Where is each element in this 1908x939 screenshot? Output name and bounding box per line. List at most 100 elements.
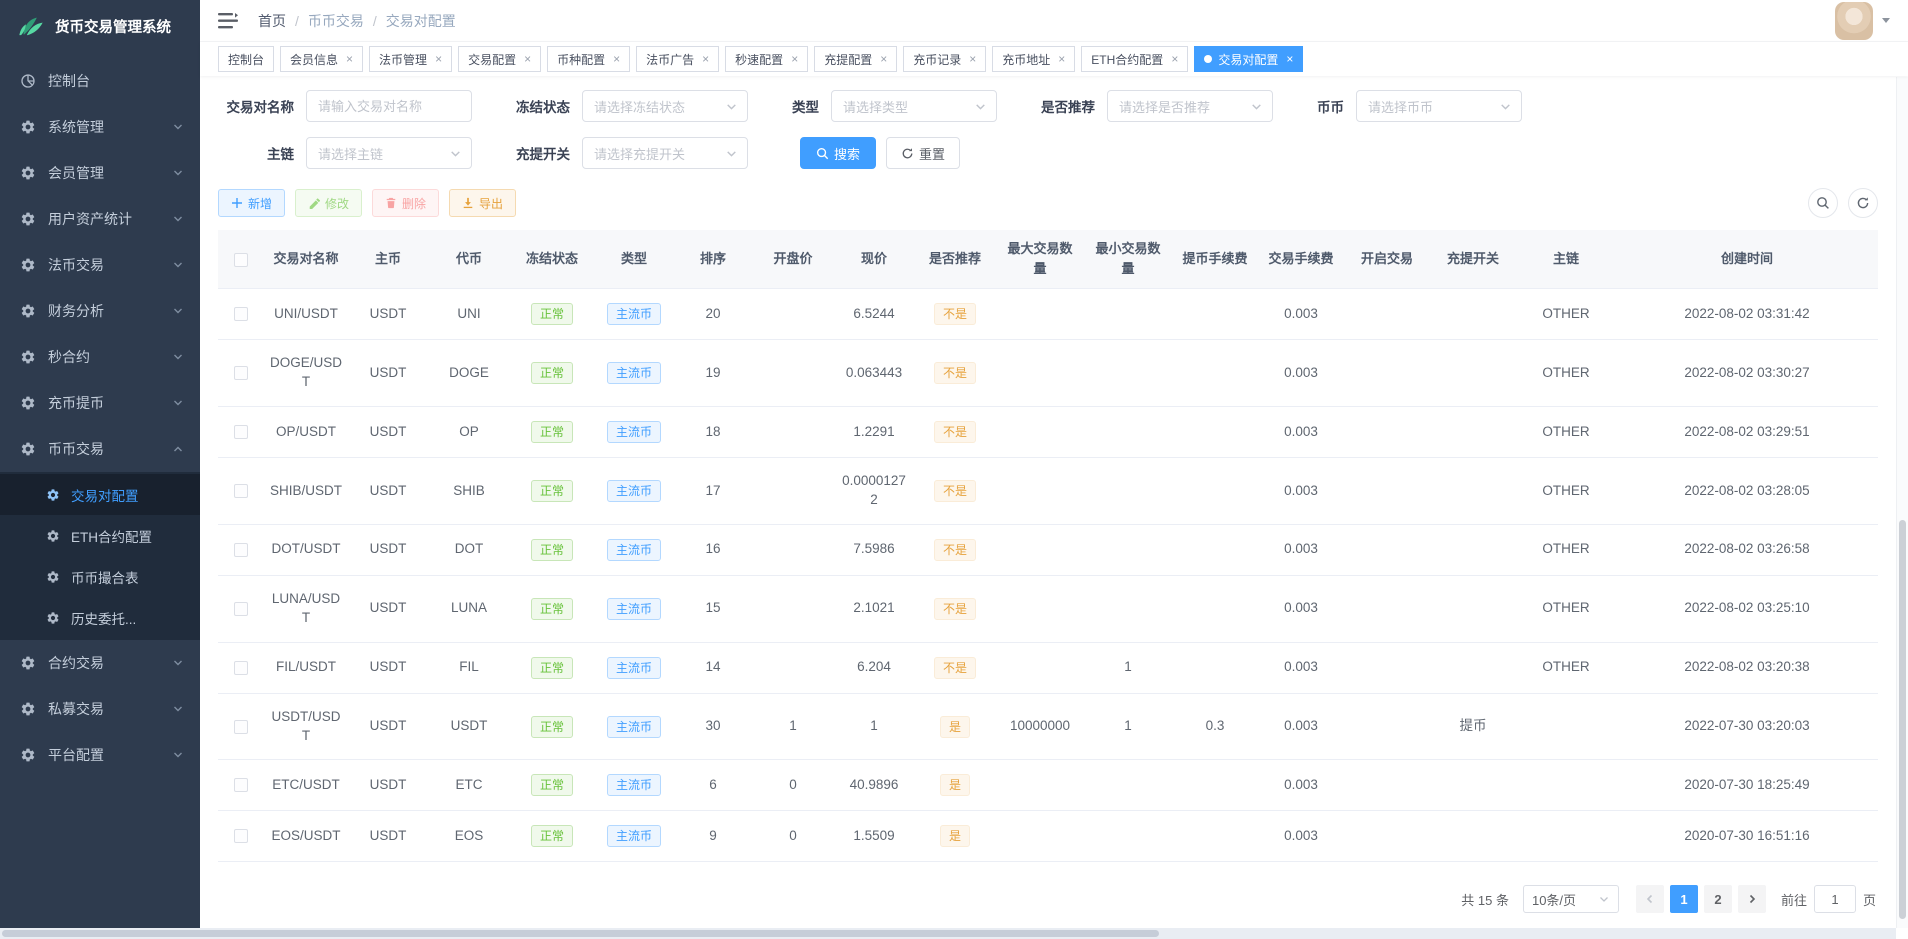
cell-withdraw_fee: [1172, 642, 1258, 693]
switch-select[interactable]: 请选择充提开关: [582, 137, 748, 169]
close-icon[interactable]: ×: [880, 53, 887, 65]
row-checkbox[interactable]: [234, 425, 248, 439]
search-button[interactable]: 搜索: [800, 137, 876, 169]
table-row: LUNA/USDTUSDTLUNA正常主流币152.1021不是0.003OTH…: [218, 575, 1878, 642]
tab-10[interactable]: ETH合约配置×: [1081, 46, 1188, 72]
table-refresh-button[interactable]: [1848, 188, 1878, 218]
tab-8[interactable]: 充币记录×: [903, 46, 986, 72]
close-icon[interactable]: ×: [524, 53, 531, 65]
cell-sort: 18: [674, 407, 752, 458]
column-header-type: 类型: [594, 230, 674, 289]
filter-field-type: 类型 请选择类型: [792, 90, 997, 122]
close-icon[interactable]: ×: [791, 53, 798, 65]
vertical-scrollbar-thumb[interactable]: [1899, 520, 1906, 920]
cell-base: USDT: [348, 524, 428, 575]
tab-4[interactable]: 币种配置 ×: [547, 46, 630, 72]
sidebar-subitem-eth-contract-config[interactable]: ETH合约配置: [0, 515, 200, 556]
goto-page-input[interactable]: [1814, 885, 1856, 913]
user-menu[interactable]: [1835, 2, 1890, 40]
reset-button[interactable]: 重置: [886, 137, 960, 169]
cell-chain: OTHER: [1516, 407, 1616, 458]
freeze-status-select[interactable]: 请选择冻结状态: [582, 90, 748, 122]
sidebar-item-member[interactable]: 会员管理: [0, 150, 200, 196]
gear-icon: [20, 211, 36, 227]
row-checkbox[interactable]: [234, 602, 248, 616]
sidebar-item-coin-trade[interactable]: 币币交易: [0, 426, 200, 472]
freeze-badge: 正常: [531, 480, 573, 502]
sidebar-item-fiat-trade[interactable]: 法币交易: [0, 242, 200, 288]
filter-row-2: 主链 请选择主链 充提开关 请选择充提开关: [218, 137, 1878, 169]
export-button[interactable]: 导出: [449, 189, 516, 217]
tab-11[interactable]: 交易对配置×: [1194, 46, 1303, 72]
chain-select[interactable]: 请选择主链: [306, 137, 472, 169]
row-checkbox[interactable]: [234, 661, 248, 675]
sidebar-subitem-coin-match-table[interactable]: 币币撮合表: [0, 556, 200, 597]
cell-type: 主流币: [594, 524, 674, 575]
tab-9[interactable]: 充币地址×: [992, 46, 1075, 72]
row-checkbox[interactable]: [234, 307, 248, 321]
next-page-button[interactable]: [1738, 885, 1766, 913]
horizontal-scrollbar-thumb[interactable]: [2, 930, 1159, 937]
sidebar-item-system[interactable]: 系统管理: [0, 104, 200, 150]
tab-3[interactable]: 交易配置×: [458, 46, 541, 72]
close-icon[interactable]: ×: [1171, 53, 1178, 65]
breadcrumb-home[interactable]: 首页: [258, 11, 308, 31]
sidebar-item-deposit-withdraw[interactable]: 充币提币: [0, 380, 200, 426]
sidebar-item-contract-trade[interactable]: 合约交易: [0, 640, 200, 686]
pair-name-input[interactable]: [306, 90, 472, 122]
tab-1[interactable]: 会员信息×: [280, 46, 363, 72]
sidebar-subitem-pair-config[interactable]: 交易对配置: [0, 474, 200, 515]
sidebar-item-user-assets[interactable]: 用户资产统计: [0, 196, 200, 242]
type-badge: 主流币: [607, 480, 661, 502]
page-button-2[interactable]: 2: [1704, 885, 1732, 913]
filter-field-freeze-status: 冻结状态 请选择冻结状态: [516, 90, 748, 122]
sidebar-item-dashboard[interactable]: 控制台: [0, 58, 200, 104]
row-checkbox[interactable]: [234, 543, 248, 557]
tab-2[interactable]: 法币管理×: [369, 46, 452, 72]
prev-page-button[interactable]: [1636, 885, 1664, 913]
tab-6[interactable]: 秒速配置×: [725, 46, 808, 72]
tab-0[interactable]: 控制台: [218, 46, 274, 72]
vertical-scrollbar[interactable]: [1896, 77, 1908, 928]
sidebar-item-finance[interactable]: 财务分析: [0, 288, 200, 334]
coin-select[interactable]: 请选择币币: [1356, 90, 1522, 122]
close-icon[interactable]: ×: [613, 53, 620, 65]
tab-7[interactable]: 充提配置×: [814, 46, 897, 72]
app-root: 货币交易管理系统 控制台系统管理会员管理用户资产统计法币交易财务分析秒合约充币提…: [0, 0, 1908, 939]
close-icon[interactable]: ×: [969, 53, 976, 65]
sidebar-item-platform-config[interactable]: 平台配置: [0, 732, 200, 778]
page-button-1[interactable]: 1: [1670, 885, 1698, 913]
close-icon[interactable]: ×: [702, 53, 709, 65]
page-size-select[interactable]: 10条/页: [1523, 885, 1619, 913]
recommend-select[interactable]: 请选择是否推荐: [1107, 90, 1273, 122]
row-checkbox[interactable]: [234, 366, 248, 380]
select-all-checkbox[interactable]: [234, 253, 248, 267]
type-select[interactable]: 请选择类型: [831, 90, 997, 122]
chevron-down-icon: [172, 305, 184, 317]
tab-5[interactable]: 法币广告×: [636, 46, 719, 72]
row-checkbox[interactable]: [234, 829, 248, 843]
avatar[interactable]: [1835, 2, 1873, 40]
horizontal-scrollbar[interactable]: [0, 928, 1896, 939]
row-checkbox[interactable]: [234, 720, 248, 734]
sidebar-item-second-contract[interactable]: 秒合约: [0, 334, 200, 380]
close-icon[interactable]: ×: [1286, 53, 1293, 65]
column-header-max_qty: 最大交易数量: [996, 230, 1084, 289]
close-icon[interactable]: ×: [1058, 53, 1065, 65]
edit-button[interactable]: 修改: [295, 189, 362, 217]
sidebar-item-private-trade[interactable]: 私募交易: [0, 686, 200, 732]
sidebar-subitem-history-orders[interactable]: 历史委托...: [0, 597, 200, 638]
add-button[interactable]: 新增: [218, 189, 285, 217]
tab-label: 币种配置: [557, 51, 605, 68]
delete-button[interactable]: 删除: [372, 189, 439, 217]
breadcrumb: 首页 币币交易 交易对配置: [258, 11, 456, 31]
table-search-button[interactable]: [1808, 188, 1838, 218]
type-badge: 主流币: [607, 362, 661, 384]
type-badge: 主流币: [607, 716, 661, 738]
close-icon[interactable]: ×: [435, 53, 442, 65]
close-icon[interactable]: ×: [346, 53, 353, 65]
breadcrumb-coin-trade[interactable]: 币币交易: [308, 11, 386, 31]
row-checkbox[interactable]: [234, 778, 248, 792]
hamburger-icon[interactable]: [218, 12, 238, 30]
row-checkbox[interactable]: [234, 484, 248, 498]
